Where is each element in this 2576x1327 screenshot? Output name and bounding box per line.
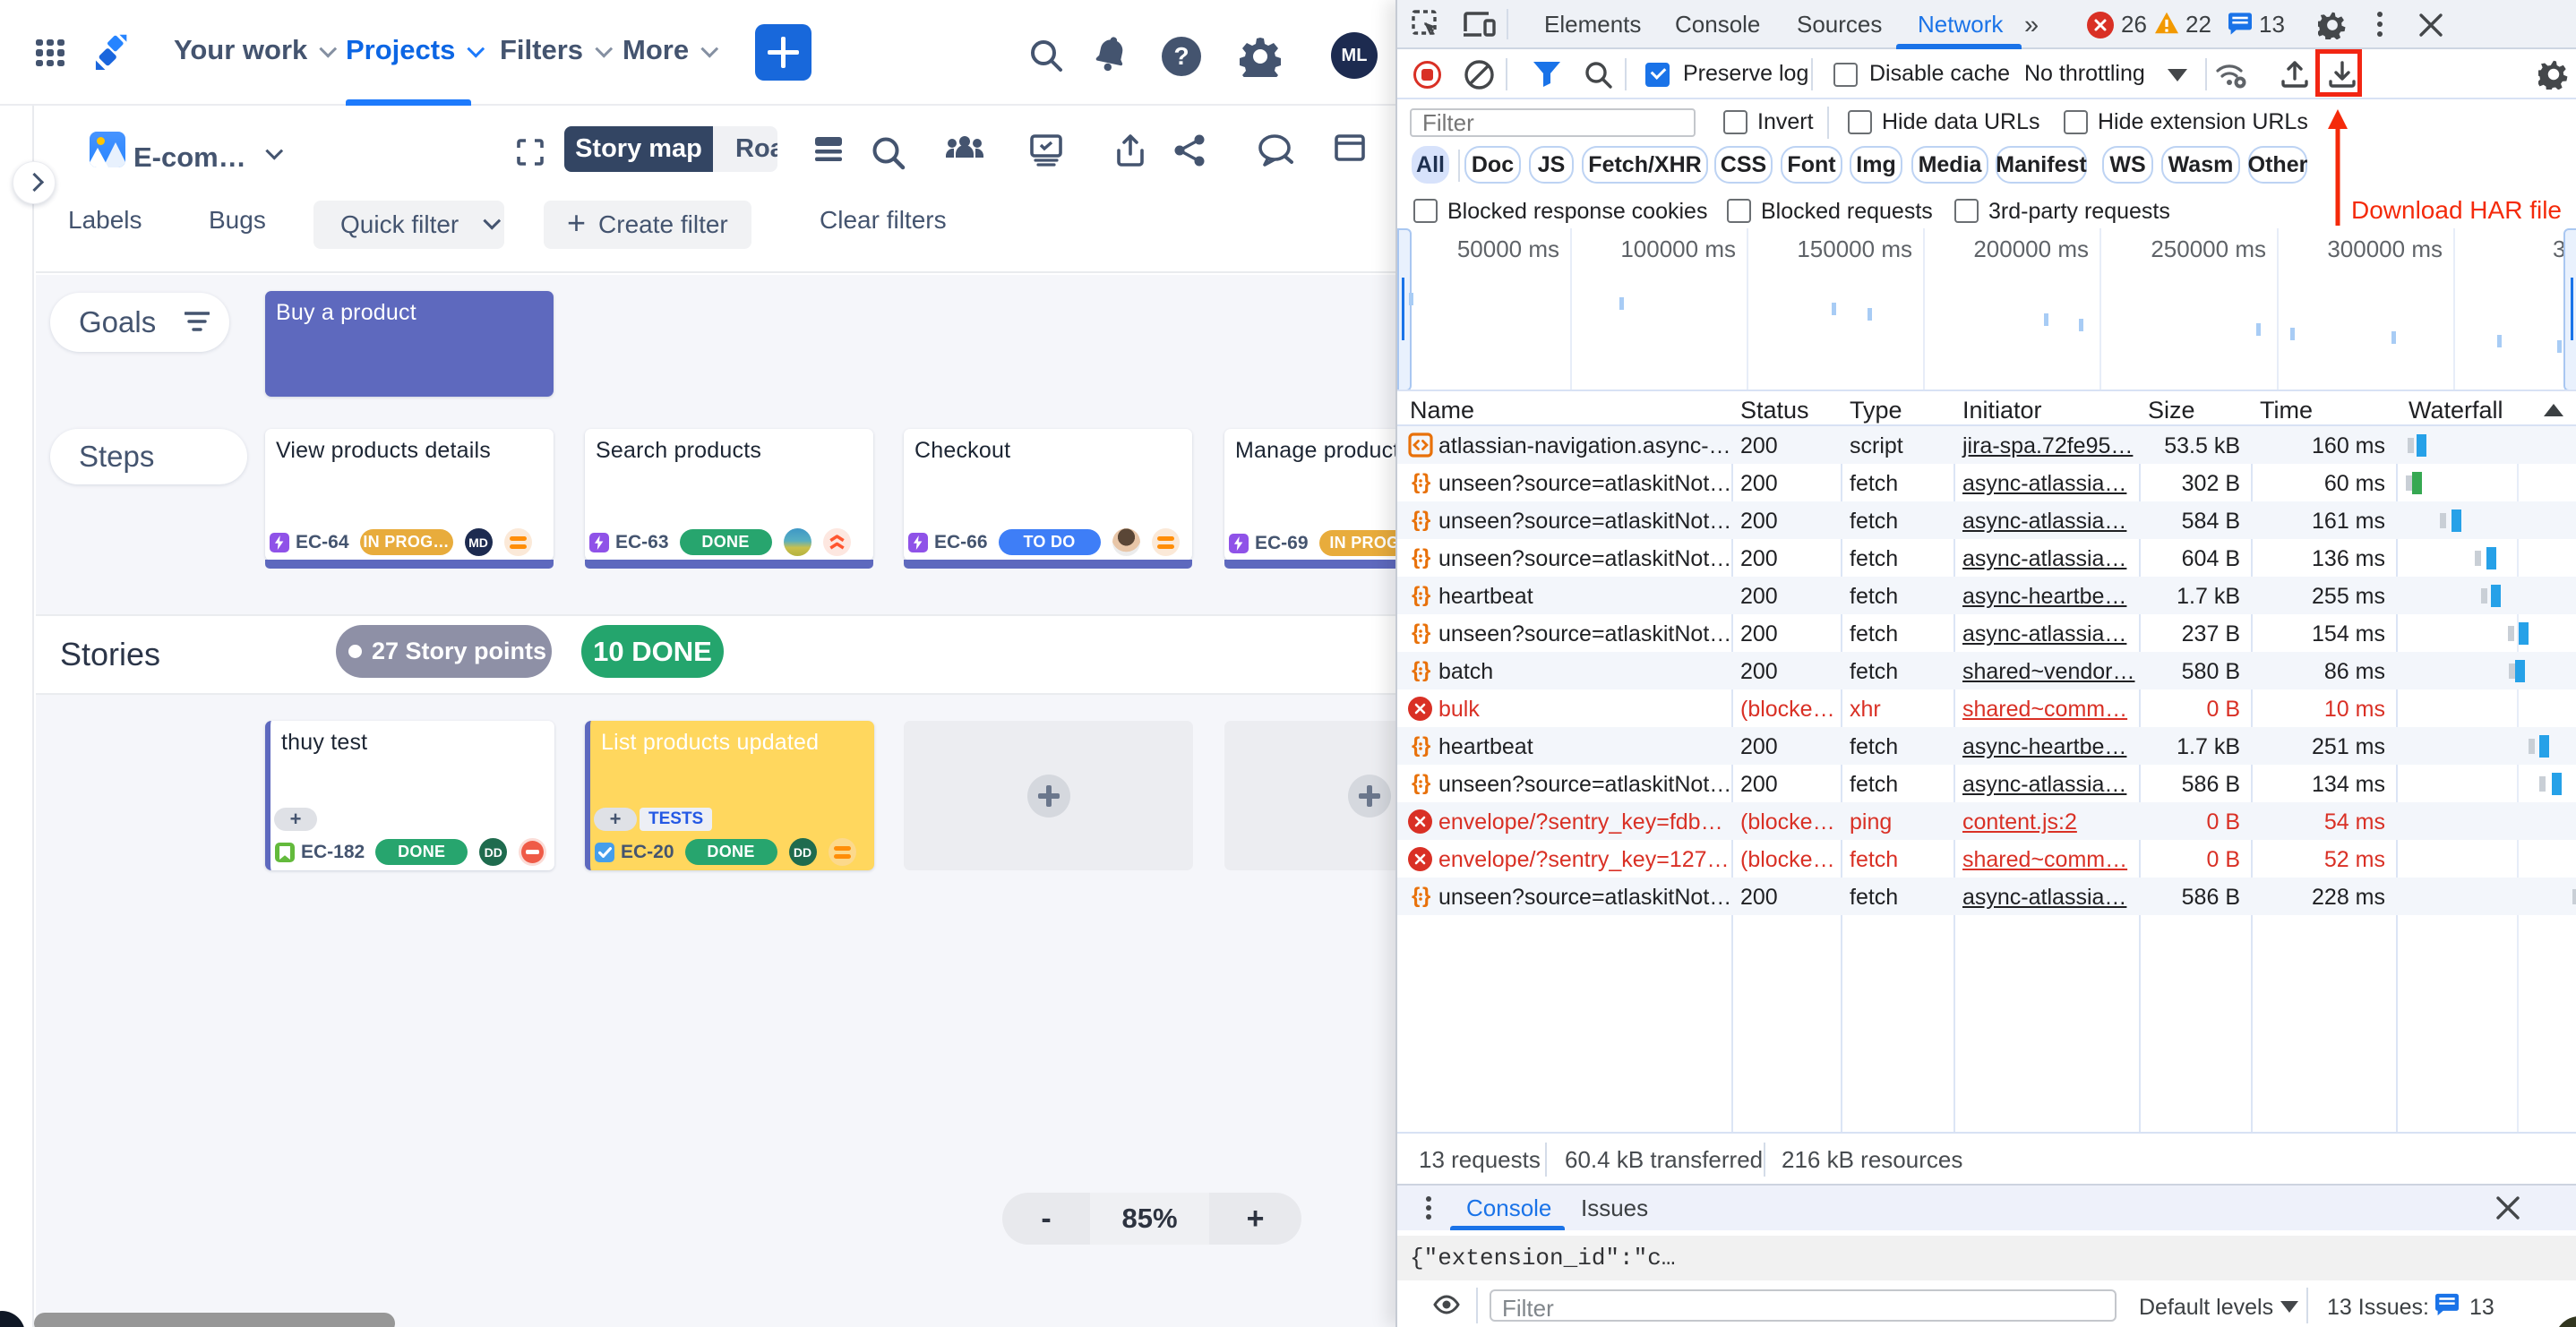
svg-text:}: } — [1422, 884, 1430, 908]
svg-text:{: { — [1412, 621, 1420, 645]
svg-text:{: { — [1412, 658, 1420, 682]
svg-text:Download HAR file: Download HAR file — [2351, 196, 2562, 224]
svg-text:{: { — [1412, 884, 1420, 908]
svg-text:}: } — [1422, 733, 1430, 758]
svg-text:}: } — [1422, 470, 1430, 494]
svg-text:}: } — [1422, 771, 1430, 795]
svg-text:{: { — [1412, 545, 1420, 569]
svg-text:?: ? — [1173, 42, 1189, 70]
svg-text:{: { — [1412, 771, 1420, 795]
svg-text:{: { — [1412, 470, 1420, 494]
svg-text:}: } — [1422, 545, 1430, 569]
svg-text:{: { — [1412, 583, 1420, 607]
svg-text:}: } — [1422, 621, 1430, 645]
svg-text:}: } — [1422, 508, 1430, 532]
svg-text:{: { — [1412, 508, 1420, 532]
svg-text:}: } — [1422, 583, 1430, 607]
svg-text:{: { — [1412, 733, 1420, 758]
svg-text:}: } — [1422, 658, 1430, 682]
